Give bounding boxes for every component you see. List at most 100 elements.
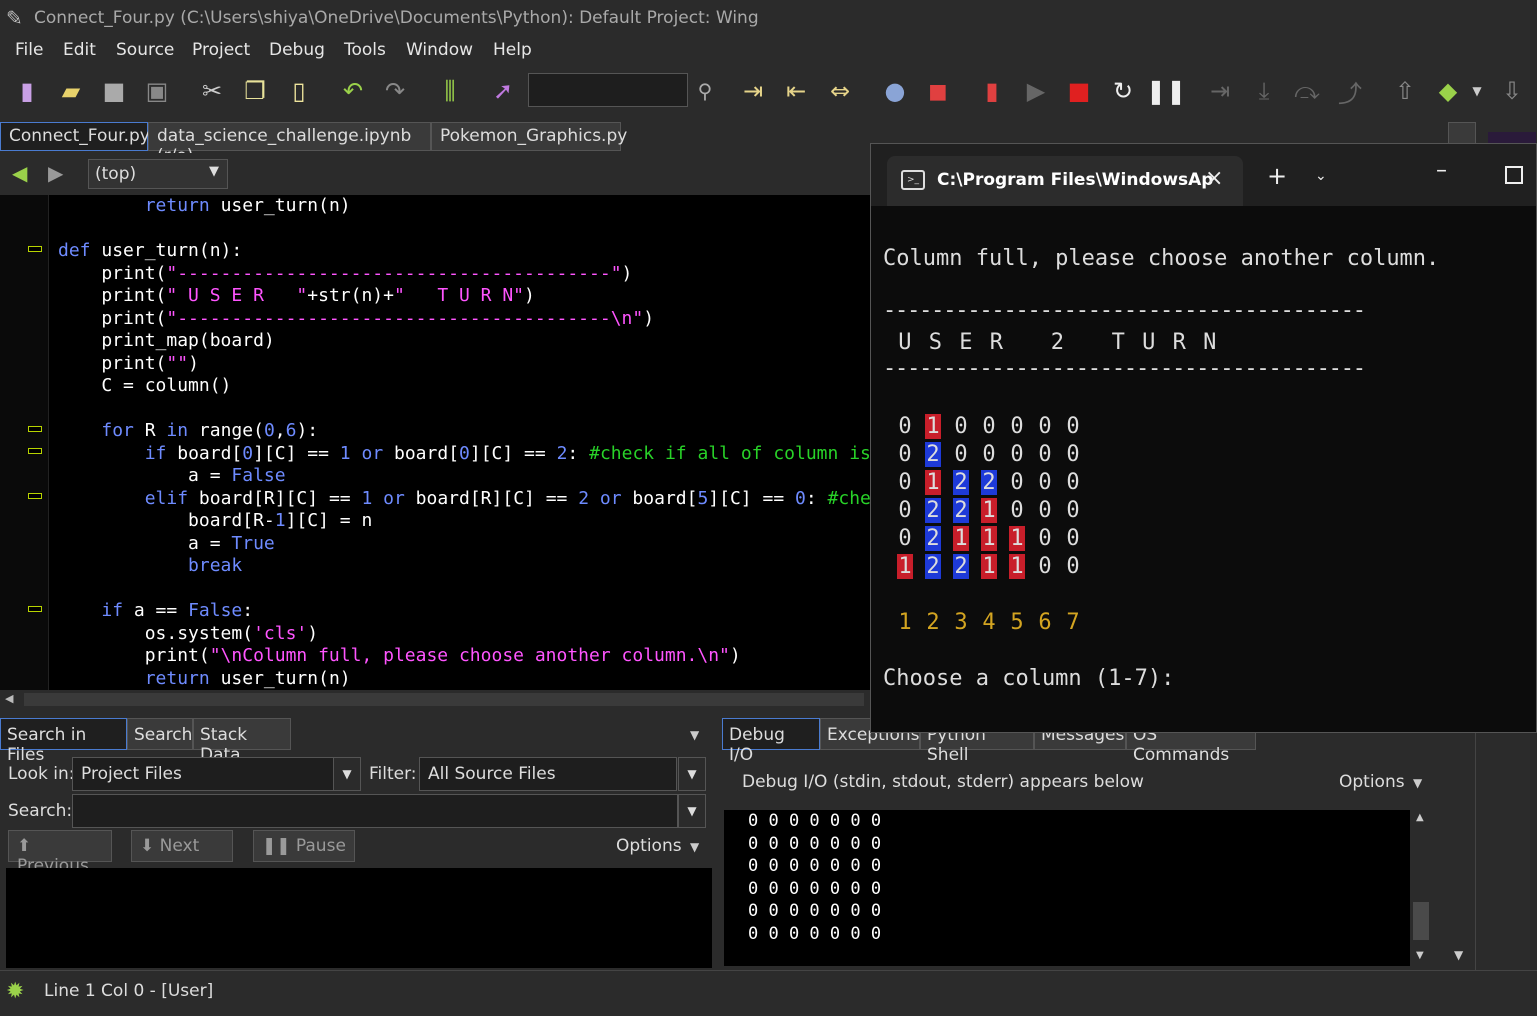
scope-value: (top) [95,164,137,184]
chevron-down-icon[interactable]: ▼ [1413,776,1422,790]
look-in-dropdown-icon[interactable]: ▼ [333,757,361,791]
close-tab-icon[interactable]: × [1205,166,1223,191]
terminal-output[interactable]: Column full, please choose another colum… [883,220,1439,691]
next-button[interactable]: ⬇ Next [131,830,233,862]
tab-search-in-files[interactable]: Search in Files [0,718,127,765]
select-pointer-icon[interactable]: ➚ [486,74,520,108]
fold-marker[interactable] [28,246,42,252]
scroll-down-icon[interactable]: ▼ [1416,950,1424,961]
board-cell: 0 [954,442,968,467]
menu-debug[interactable]: Debug [269,40,325,60]
scroll-up-icon[interactable]: ▲ [1416,812,1424,823]
indent-toggle-icon[interactable]: ⇔ [823,74,857,108]
copy-icon[interactable]: ❐ [238,74,272,108]
editor-nav-row: ◀ ▶ (top) ▼ [0,153,870,195]
move-stack-down-icon[interactable]: ⇩ [1495,74,1529,108]
menu-source[interactable]: Source [116,40,174,60]
scroll-track[interactable] [24,693,864,706]
fold-marker[interactable] [28,448,42,454]
panel-menu-icon[interactable]: ▼ [690,728,699,742]
step-to-cursor-icon[interactable]: ⇥ [1203,74,1237,108]
fold-marker[interactable] [28,606,42,612]
debug-output[interactable]: 0 0 0 0 0 0 00 0 0 0 0 0 00 0 0 0 0 0 00… [724,810,1429,966]
toolbar-search-input[interactable] [528,73,688,107]
chevron-down-icon[interactable]: ▼ [690,840,699,854]
search-options-button[interactable]: Options [616,836,682,856]
filter-dropdown-icon[interactable]: ▼ [678,757,706,791]
search-results-area[interactable] [6,868,712,968]
look-in-field[interactable]: Project Files [72,757,334,791]
status-bar: ✹ Line 1 Col 0 - [User] [0,970,1537,1016]
tab-data-science-challenge[interactable]: data_science_challenge.ipynb (r/o) [148,122,431,166]
indent-guide-icon[interactable]: ⫼ [433,74,467,108]
menu-edit[interactable]: Edit [63,40,96,60]
board-cell: 2 [953,470,969,495]
debug-icon[interactable]: ◼ [921,74,955,108]
terminal-tab[interactable]: >_ C:\Program Files\WindowsAp × [887,156,1243,206]
chevron-down-icon[interactable]: ▼ [1466,74,1488,108]
tab-pokemon-graphics[interactable]: Pokemon_Graphics.py [431,122,627,151]
stop-icon[interactable]: ■ [1062,74,1096,108]
tab-debug-io[interactable]: Debug I/O [722,718,820,765]
back-arrow-icon[interactable]: ◀ [12,161,27,185]
menu-window[interactable]: Window [406,40,473,60]
minimize-icon[interactable]: – [1436,158,1447,183]
outdent-icon[interactable]: ⇤ [779,74,813,108]
menu-tools[interactable]: Tools [344,40,386,60]
menu-help[interactable]: Help [493,40,532,60]
paste-icon[interactable]: ▯ [282,74,316,108]
cut-icon[interactable]: ✂ [195,74,229,108]
board-cell: 2 [981,470,997,495]
pause-button[interactable]: ❚❚ Pause [253,830,355,862]
run-icon[interactable]: ▶ [1019,74,1053,108]
step-over-icon[interactable]: ⤼ [1290,74,1324,108]
step-out-icon[interactable]: ⤴ [1333,74,1367,108]
redo-icon[interactable]: ↷ [378,74,412,108]
fold-marker[interactable] [28,493,42,499]
pause-icon[interactable]: ❚❚ [1146,74,1186,108]
restart-icon[interactable]: ↻ [1106,74,1140,108]
scroll-thumb[interactable] [1413,902,1429,940]
search-icon[interactable]: ⚲ [688,74,722,108]
diamond-icon[interactable]: ◆ [1431,74,1465,108]
python-icon[interactable]: ● [878,74,912,108]
chevron-down-icon[interactable]: ▼ [1454,948,1463,962]
new-file-icon[interactable]: ▮ [10,74,44,108]
tab-search[interactable]: Search [127,718,193,750]
search-input[interactable] [72,794,678,828]
code-editor[interactable]: return user_turn(n) def user_turn(n): pr… [0,195,870,690]
scroll-left-icon[interactable]: ◀ [5,692,13,705]
indent-icon[interactable]: ⇥ [736,74,770,108]
column-number: 4 [982,610,996,635]
board-cell: 0 [1038,498,1052,523]
menu-project[interactable]: Project [192,40,250,60]
forward-arrow-icon[interactable]: ▶ [48,161,63,185]
chevron-down-icon[interactable]: ⌄ [1315,168,1327,184]
maximize-icon[interactable] [1505,166,1523,184]
board-cell: 0 [1066,442,1080,467]
debug-vertical-scrollbar[interactable]: ▲ ▼ [1410,810,1432,966]
tab-stack-data[interactable]: Stack Data [193,718,291,765]
tab-connect-four[interactable]: Connect_Four.py [0,122,150,151]
new-tab-icon[interactable]: + [1267,162,1287,190]
game-board: 0100000020000001220000221000021110012211… [897,414,1093,582]
move-stack-up-icon[interactable]: ⇧ [1388,74,1422,108]
filter-field[interactable]: All Source Files [419,757,677,791]
step-into-icon[interactable]: ⤓ [1247,74,1281,108]
editor-horizontal-scrollbar[interactable]: ◀ [0,690,870,710]
fold-marker[interactable] [28,426,42,432]
board-cell: 0 [982,414,996,439]
save-icon[interactable]: ■ [97,74,131,108]
debug-file-icon[interactable]: ▮ [975,74,1009,108]
open-folder-icon[interactable]: ▰ [54,74,88,108]
debug-options-button[interactable]: Options [1339,772,1405,792]
save-all-icon[interactable]: ▣ [140,74,174,108]
debug-output-line: 0 0 0 0 0 0 0 [748,833,882,854]
search-history-dropdown-icon[interactable]: ▼ [678,794,706,828]
board-cell: 0 [898,414,912,439]
previous-button[interactable]: ⬆ Previous [8,830,112,876]
menu-file[interactable]: File [15,40,43,60]
undo-icon[interactable]: ↶ [336,74,370,108]
scope-dropdown[interactable]: (top) ▼ [88,159,228,189]
editor-tabs: Connect_Four.py data_science_challenge.i… [0,122,870,166]
